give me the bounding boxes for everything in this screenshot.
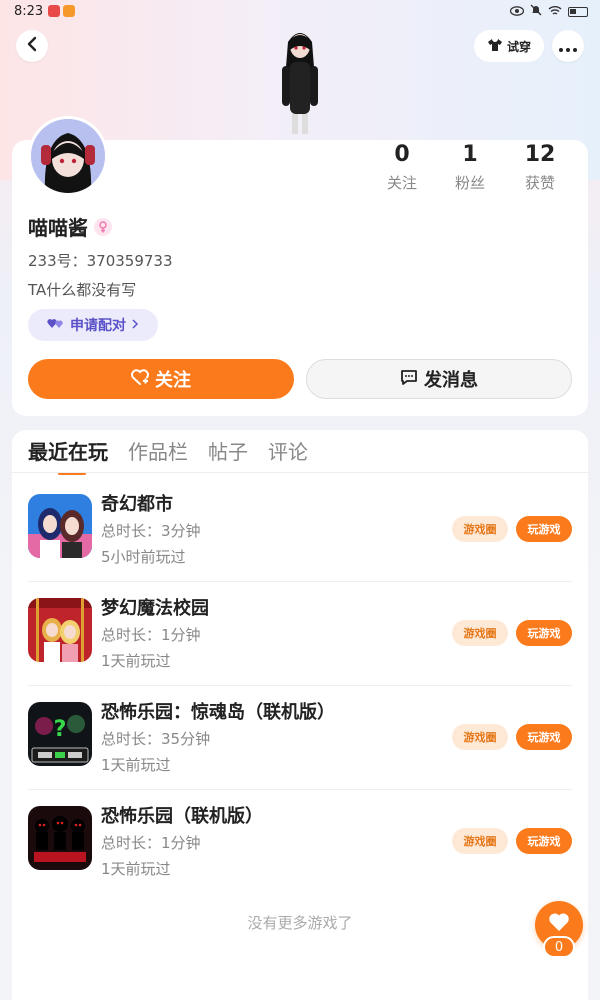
game-duration: 总时长：1分钟 — [101, 626, 201, 644]
game-last-played: 1天前玩过 — [101, 860, 171, 878]
follow-button[interactable]: 关注 — [28, 359, 294, 399]
game-circle-button[interactable]: 游戏圈 — [452, 828, 508, 854]
game-last-played: 1天前玩过 — [101, 756, 171, 774]
game-duration: 总时长：1分钟 — [101, 834, 201, 852]
more-dots-icon — [559, 36, 577, 57]
games-card: 最近在玩 作品栏 帖子 评论 奇幻都市 总时长：3分钟 5小时前玩过 游戏圈 玩… — [12, 430, 588, 1000]
following-count: 0 — [394, 142, 410, 167]
follow-label: 关注 — [155, 370, 191, 391]
wifi-icon — [548, 5, 562, 19]
game-circle-button[interactable]: 游戏圈 — [452, 620, 508, 646]
eye-icon — [509, 5, 525, 19]
game-duration: 总时长：35分钟 — [101, 730, 211, 748]
avatar[interactable] — [28, 116, 108, 196]
game-row[interactable]: 恐怖乐园（联机版） 总时长：1分钟 1天前玩过 游戏圈 玩游戏 — [12, 790, 588, 894]
play-app-icon — [63, 5, 75, 17]
shirt-icon — [487, 38, 503, 55]
heart-icon — [548, 912, 570, 938]
notification-app-icon — [48, 5, 60, 17]
send-message-button[interactable]: 发消息 — [306, 359, 572, 399]
tab-recently-played[interactable]: 最近在玩 — [28, 438, 108, 475]
tab-works[interactable]: 作品栏 — [128, 438, 188, 474]
game-icon-horror-island[interactable]: ? — [28, 702, 92, 766]
game-title: 奇幻都市 — [101, 494, 173, 515]
play-game-button[interactable]: 玩游戏 — [516, 724, 572, 750]
game-title: 恐怖乐园（联机版） — [101, 806, 263, 827]
play-game-button[interactable]: 玩游戏 — [516, 620, 572, 646]
add-follow-heart-icon — [131, 368, 149, 390]
tab-posts[interactable]: 帖子 — [208, 438, 248, 474]
game-circle-button[interactable]: 游戏圈 — [452, 724, 508, 750]
female-gender-icon — [94, 217, 112, 236]
likes-label: 获赞 — [524, 174, 555, 192]
username-row: 喵喵酱 — [28, 212, 112, 241]
hearts-icon — [47, 317, 65, 333]
battery-icon — [568, 6, 588, 17]
game-last-played: 5小时前玩过 — [101, 548, 186, 566]
try-on-label: 试穿 — [506, 39, 531, 54]
send-message-label: 发消息 — [424, 370, 478, 391]
game-row[interactable]: ? 恐怖乐园：惊魂岛（联机版） 总时长：35分钟 1天前玩过 游戏圈 玩游戏 — [12, 686, 588, 790]
game-icon-fantasy-city[interactable] — [28, 494, 92, 558]
likes-stat[interactable]: 12 获赞 — [505, 142, 575, 193]
tab-comments[interactable]: 评论 — [268, 438, 308, 474]
svg-text:?: ? — [54, 717, 67, 742]
game-icon-magic-school[interactable] — [28, 598, 92, 662]
more-button[interactable] — [552, 30, 584, 62]
avatar-character-figure[interactable] — [268, 22, 332, 140]
user-id: 233号：370359733 — [28, 252, 173, 270]
like-count-badge: 0 — [543, 936, 575, 958]
fans-stat[interactable]: 1 粉丝 — [435, 142, 505, 193]
chat-bubble-icon — [400, 369, 418, 390]
game-title: 恐怖乐园：惊魂岛（联机版） — [101, 702, 335, 723]
username: 喵喵酱 — [28, 216, 88, 240]
profile-tabs: 最近在玩 作品栏 帖子 评论 — [28, 438, 308, 475]
following-label: 关注 — [386, 174, 417, 192]
game-circle-button[interactable]: 游戏圈 — [452, 516, 508, 542]
try-on-button[interactable]: 试穿 — [474, 30, 544, 62]
game-title: 梦幻魔法校园 — [101, 598, 209, 619]
status-bar: 8:23 — [0, 0, 600, 24]
profile-stats: 0 关注 1 粉丝 12 获赞 — [370, 142, 600, 202]
apply-pair-label: 申请配对 — [70, 318, 126, 334]
apply-pair-button[interactable]: 申请配对 — [28, 309, 158, 341]
game-last-played: 1天前玩过 — [101, 652, 171, 670]
game-duration: 总时长：3分钟 — [101, 522, 201, 540]
status-time: 8:23 — [14, 4, 44, 19]
mute-bell-icon — [530, 4, 542, 19]
user-bio: TA什么都没有写 — [28, 281, 137, 299]
chevron-right-icon — [131, 317, 139, 333]
play-game-button[interactable]: 玩游戏 — [516, 828, 572, 854]
game-row[interactable]: 梦幻魔法校园 总时长：1分钟 1天前玩过 游戏圈 玩游戏 — [12, 582, 588, 686]
game-row[interactable]: 奇幻都市 总时长：3分钟 5小时前玩过 游戏圈 玩游戏 — [12, 478, 588, 582]
back-button[interactable] — [16, 30, 48, 62]
play-game-button[interactable]: 玩游戏 — [516, 516, 572, 542]
game-icon-horror-park[interactable] — [28, 806, 92, 870]
status-icons — [509, 4, 588, 19]
following-stat[interactable]: 0 关注 — [367, 142, 437, 193]
fans-label: 粉丝 — [454, 174, 485, 192]
tabs-divider — [12, 472, 588, 473]
chevron-left-icon — [26, 36, 38, 57]
likes-count: 12 — [524, 142, 556, 167]
no-more-games-text: 没有更多游戏了 — [247, 914, 353, 932]
fans-count: 1 — [462, 142, 478, 167]
